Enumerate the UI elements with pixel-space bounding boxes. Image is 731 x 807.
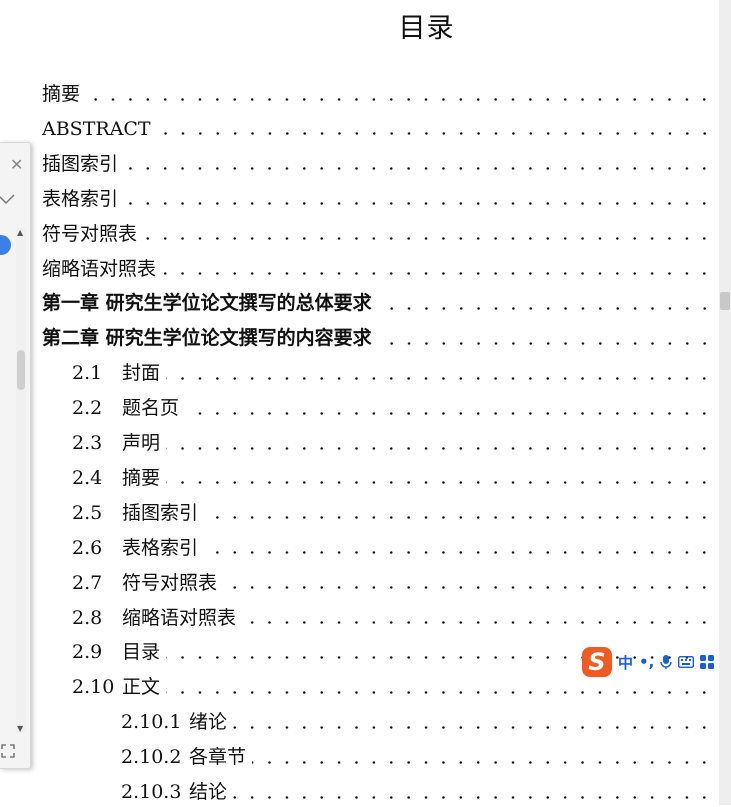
ime-logo[interactable]: S — [582, 647, 612, 677]
ime-mode-toggle[interactable]: 中 — [618, 652, 633, 673]
keyboard-icon[interactable] — [678, 655, 695, 669]
dot-leader — [233, 725, 713, 729]
dot-leader — [204, 551, 713, 555]
toc-entry[interactable]: 2.2 题名页 — [72, 393, 713, 423]
panel-scrollbar[interactable]: ▲ ▼ — [16, 228, 26, 733]
toc-entry-label: 符号对照表 — [122, 571, 218, 594]
toc-entry[interactable]: 2.3 声明 — [72, 428, 713, 458]
scrollbar-thumb[interactable] — [720, 292, 730, 310]
toc-entry[interactable]: 2.4 摘要 — [72, 463, 713, 493]
vertical-scrollbar[interactable] — [719, 0, 731, 805]
toc-entry-label: 题名页 — [122, 397, 180, 420]
toc-entry-number: 2.10.3 — [121, 781, 182, 803]
close-icon[interactable]: ✕ — [10, 155, 23, 174]
toc-entry-label: 各章节 — [189, 746, 247, 769]
toc-entry[interactable]: 2.10.1 绪论 — [121, 707, 713, 737]
dot-leader — [185, 411, 713, 415]
toc-entry[interactable]: 2.10.3 结论 — [121, 777, 713, 807]
toc-entry[interactable]: 插图索引 — [42, 149, 713, 179]
dot-leader — [242, 621, 713, 624]
dot-leader — [124, 167, 713, 171]
toc-entry[interactable]: 2.1 封面 — [72, 358, 713, 388]
toc-entry-number: 2.10.1 — [121, 711, 182, 734]
panel-scrollbar-thumb[interactable] — [17, 350, 25, 390]
toc-entry-label: 表格索引 — [42, 187, 119, 210]
toc-entry-label: 插图索引 — [42, 152, 119, 175]
toc-entry[interactable]: ABSTRACT — [42, 114, 713, 144]
navigation-side-panel: ✕ ▲ ▼ — [0, 142, 31, 769]
scroll-up-icon[interactable]: ▲ — [17, 228, 23, 237]
dot-leader — [204, 516, 713, 520]
toc-entry-label: 结论 — [189, 781, 228, 803]
toc-entry-label: 目录 — [122, 641, 161, 664]
toc-entry-label: 表格索引 — [122, 536, 199, 559]
toc-entry-number: 2.9 — [72, 641, 103, 664]
dot-leader — [124, 202, 713, 206]
toc-entry-number: 2.6 — [72, 536, 103, 559]
dot-leader — [252, 760, 713, 764]
dot-leader — [377, 341, 713, 345]
toc-entry-label: 缩略语对照表 — [122, 606, 237, 629]
scroll-down-icon[interactable]: ▼ — [17, 724, 23, 733]
dot-leader — [166, 446, 713, 450]
apps-grid-icon[interactable] — [700, 655, 715, 669]
toc-entry-number: 2.1 — [72, 362, 103, 385]
toc-entry[interactable]: 2.10.2 各章节 — [121, 742, 713, 772]
toc-entry[interactable]: 第二章 研究生学位论文撰写的内容要求 — [42, 323, 713, 353]
toc-entry-label: 插图索引 — [122, 501, 199, 524]
toc-entry-number: 2.5 — [72, 501, 103, 524]
toc-entry-label: 正文 — [122, 676, 161, 699]
toc-entry-label: 摘要 — [122, 466, 161, 489]
toc-entry-number: 2.10.2 — [121, 746, 182, 769]
toc-entry-number: 2.10 — [72, 676, 115, 699]
dot-leader — [156, 132, 713, 136]
toc-entry-number: 2.8 — [72, 606, 103, 629]
dot-leader — [143, 237, 713, 241]
toc-entry-label: 第一章 研究生学位论文撰写的总体要求 — [42, 292, 372, 315]
document-page: 目录 摘要 ABSTRACT 插图索引 表格索引 符号对照表 缩略语对照表 第一章 研究生学… — [0, 0, 719, 805]
dot-leader — [377, 306, 713, 310]
dot-leader — [86, 97, 713, 101]
dot-leader — [166, 690, 713, 694]
microphone-icon[interactable] — [660, 654, 673, 670]
toc-entry[interactable]: 2.8 缩略语对照表 — [72, 603, 713, 633]
dot-leader — [166, 481, 713, 485]
dot-leader — [233, 795, 713, 799]
ime-punctuation-toggle[interactable]: •, — [639, 653, 654, 671]
toc-entry[interactable]: 摘要 — [42, 79, 713, 109]
toc-entry-number: 2.4 — [72, 466, 103, 489]
toc-entry-label: 绪论 — [189, 711, 228, 734]
dot-leader — [223, 586, 713, 590]
chevron-down-icon[interactable] — [0, 193, 15, 205]
dot-leader — [162, 272, 713, 275]
toc-entry[interactable]: 符号对照表 — [42, 219, 713, 249]
expand-icon[interactable] — [0, 743, 16, 759]
toc-entry-label: 摘要 — [42, 83, 81, 105]
toc-entry-label: 声明 — [122, 432, 161, 454]
toc-entry-label: 第二章 研究生学位论文撰写的内容要求 — [42, 327, 372, 350]
toc-entry-label: 符号对照表 — [42, 222, 138, 245]
toc-entry-label: 缩略语对照表 — [42, 257, 157, 280]
panel-action-button[interactable] — [0, 235, 11, 255]
toc-entry[interactable]: 缩略语对照表 — [42, 254, 713, 284]
toc-entry-number: 2.3 — [72, 432, 103, 454]
toc-entry[interactable]: 表格索引 — [42, 184, 713, 214]
toc-entry[interactable]: 2.5 插图索引 — [72, 498, 713, 528]
dot-leader — [166, 376, 713, 380]
toc-entry-number: 2.7 — [72, 571, 103, 594]
toc-entry[interactable]: 2.7 符号对照表 — [72, 568, 713, 598]
toc-title: 目录 — [398, 13, 455, 44]
toc-entry[interactable]: 2.6 表格索引 — [72, 533, 713, 563]
toc-entry-label: 封面 — [122, 362, 161, 385]
toc-entry-label: ABSTRACT — [42, 117, 151, 140]
ime-toolbar: S 中 •, — [582, 647, 731, 677]
toc-entry-number: 2.2 — [72, 397, 103, 420]
toc-entry[interactable]: 第一章 研究生学位论文撰写的总体要求 — [42, 288, 713, 318]
